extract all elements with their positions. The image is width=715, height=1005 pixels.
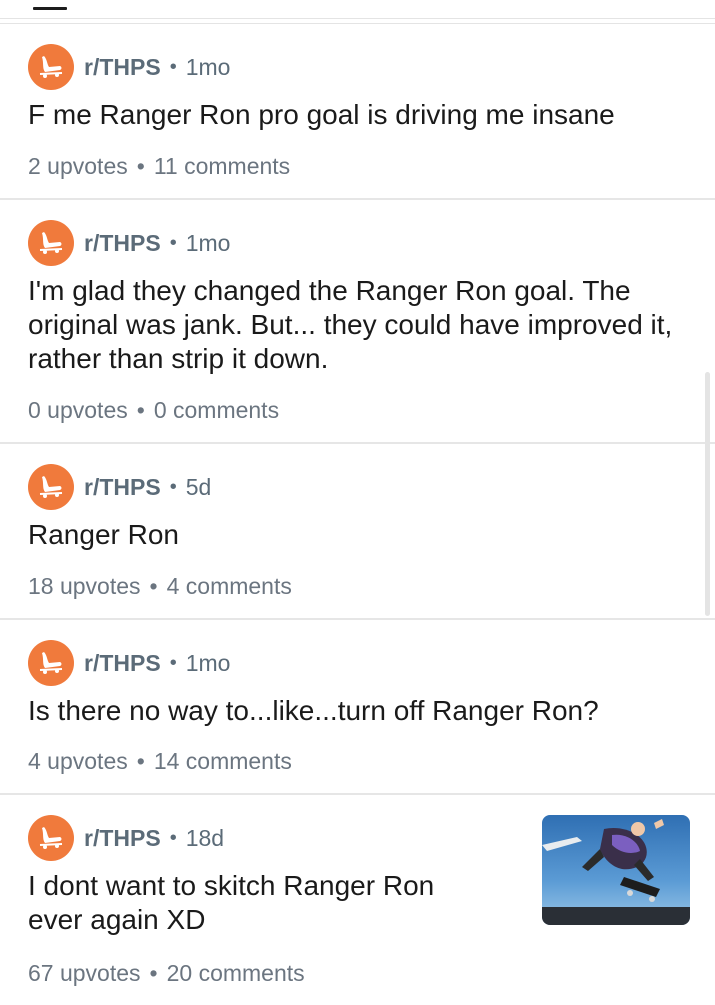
stats-separator: •	[136, 748, 145, 774]
post-age: 5d	[185, 473, 212, 500]
post-title[interactable]: F me Ranger Ron pro goal is driving me i…	[28, 98, 687, 132]
upvote-count: 67 upvotes	[28, 960, 141, 986]
subreddit-avatar[interactable]	[28, 640, 74, 686]
post-card[interactable]: r/THPS • 18d I dont want to skitch Range…	[0, 795, 715, 1005]
skater-thumbnail	[542, 815, 690, 925]
scrollbar[interactable]	[705, 372, 710, 616]
post-age: 1mo	[185, 53, 231, 80]
skater-icon	[39, 56, 63, 78]
post-age: 18d	[185, 824, 225, 851]
post-title[interactable]: I dont want to skitch Ranger Ron ever ag…	[28, 869, 468, 937]
post-card[interactable]: r/THPS • 5d Ranger Ron 18 upvotes • 4 co…	[0, 444, 715, 620]
subreddit-name[interactable]: r/THPS	[84, 650, 161, 677]
stats-separator: •	[136, 153, 145, 179]
meta-separator: •	[169, 231, 177, 254]
divider	[0, 18, 715, 19]
post-card[interactable]: r/THPS • 1mo F me Ranger Ron pro goal is…	[0, 24, 715, 200]
comment-count: 14 comments	[153, 748, 292, 774]
upvote-count: 0 upvotes	[28, 397, 128, 423]
post-age: 1mo	[185, 649, 231, 676]
upvote-count: 2 upvotes	[28, 153, 128, 179]
subreddit-name[interactable]: r/THPS	[84, 54, 161, 81]
meta-separator: •	[169, 651, 177, 674]
search-results-feed: r/THPS • 1mo F me Ranger Ron pro goal is…	[0, 24, 715, 1005]
post-meta: r/THPS • 5d	[28, 464, 687, 510]
skater-icon	[39, 232, 63, 254]
post-stats: 4 upvotes • 14 comments	[28, 748, 292, 775]
subreddit-avatar[interactable]	[28, 220, 74, 266]
subreddit-name[interactable]: r/THPS	[84, 474, 161, 501]
stats-separator: •	[149, 573, 158, 599]
sheet-handle	[33, 7, 67, 10]
meta-separator: •	[169, 55, 177, 78]
post-title[interactable]: Is there no way to...like...turn off Ran…	[28, 694, 687, 728]
skater-icon	[39, 827, 63, 849]
subreddit-name[interactable]: r/THPS	[84, 230, 161, 257]
post-card[interactable]: r/THPS • 1mo I'm glad they changed the R…	[0, 200, 715, 444]
subreddit-name[interactable]: r/THPS	[84, 825, 161, 852]
post-age: 1mo	[185, 229, 231, 256]
comment-count: 11 comments	[153, 153, 291, 179]
subreddit-avatar[interactable]	[28, 464, 74, 510]
comment-count: 20 comments	[166, 960, 305, 986]
post-stats: 67 upvotes • 20 comments	[28, 960, 305, 987]
post-stats: 0 upvotes • 0 comments	[28, 397, 279, 424]
upvote-count: 4 upvotes	[28, 748, 128, 774]
meta-separator: •	[169, 826, 177, 849]
post-meta: r/THPS • 1mo	[28, 44, 687, 90]
comment-count: 4 comments	[166, 573, 292, 599]
post-stats: 18 upvotes • 4 comments	[28, 573, 292, 600]
skater-icon	[39, 476, 63, 498]
comment-count: 0 comments	[153, 397, 280, 423]
post-meta: r/THPS • 1mo	[28, 640, 687, 686]
post-card[interactable]: r/THPS • 1mo Is there no way to...like..…	[0, 620, 715, 795]
post-thumbnail[interactable]	[542, 815, 690, 925]
subreddit-avatar[interactable]	[28, 815, 74, 861]
skater-icon	[39, 652, 63, 674]
upvote-count: 18 upvotes	[28, 573, 141, 599]
post-stats: 2 upvotes • 11 comments	[28, 153, 290, 180]
post-title[interactable]: Ranger Ron	[28, 518, 687, 552]
subreddit-avatar[interactable]	[28, 44, 74, 90]
post-title[interactable]: I'm glad they changed the Ranger Ron goa…	[28, 274, 687, 376]
stats-separator: •	[136, 397, 145, 423]
stats-separator: •	[149, 960, 158, 986]
meta-separator: •	[169, 475, 177, 498]
post-meta: r/THPS • 1mo	[28, 220, 687, 266]
